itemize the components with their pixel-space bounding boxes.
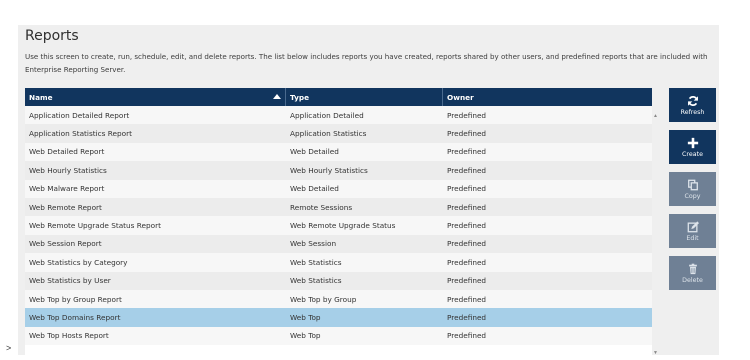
cell-type: Application Statistics [290, 129, 367, 139]
cell-owner: Predefined [447, 257, 487, 267]
cell-owner: Predefined [447, 294, 487, 304]
copy-button[interactable]: Copy [669, 172, 716, 206]
table-row[interactable]: Web Session Report Web Session Predefined [25, 234, 652, 254]
table-row[interactable]: Web Hourly Statistics Web Hourly Statisti… [25, 161, 652, 180]
column-header-owner[interactable]: Owner [443, 88, 652, 106]
cell-type: Web Remote Upgrade Status [290, 221, 396, 231]
cell-type: Web Statistics [290, 257, 342, 267]
plus-icon [687, 137, 698, 149]
trash-icon [688, 263, 697, 275]
cell-name: Web Top by Group Report [29, 294, 122, 304]
cell-owner: Predefined [447, 276, 487, 286]
cell-name: Application Detailed Report [29, 110, 130, 120]
cell-name: Application Statistics Report [29, 129, 132, 139]
cell-owner: Predefined [447, 202, 487, 212]
cell-owner: Predefined [447, 312, 487, 322]
page-title: Reports [25, 28, 79, 44]
cell-name: Web Statistics by User [29, 276, 111, 286]
table-row[interactable]: Application Statistics Report Application… [25, 124, 652, 143]
table-row[interactable]: Web Detailed Report Web Detailed Predefine… [25, 142, 652, 162]
table-row[interactable]: Web Top by Group Report Web Top by Group P… [25, 289, 652, 309]
cell-name: Web Remote Upgrade Status Report [29, 221, 161, 231]
caret-text: > [6, 343, 12, 353]
cell-owner: Predefined [447, 129, 487, 139]
cell-type: Web Detailed [290, 147, 339, 157]
cell-name: Web Hourly Statistics [29, 165, 107, 175]
cell-type: Web Top [290, 312, 321, 322]
table-row[interactable]: Web Top Hosts Report Web Top Predefined [25, 326, 652, 346]
scroll-down-arrow-icon[interactable]: ▼ [653, 350, 658, 356]
table-scrollbar[interactable]: ▲ ▼ [652, 106, 660, 356]
table-row[interactable]: Web Statistics by User Web Statistics Pred… [25, 271, 652, 290]
cell-name: Web Detailed Report [29, 147, 105, 157]
cell-type: Application Detailed [290, 110, 364, 120]
refresh-icon [687, 96, 698, 106]
delete-button[interactable]: Delete [669, 256, 716, 290]
table-body: Application Detailed Report Application D… [25, 106, 652, 346]
table-row[interactable]: Application Detailed Report Application D… [25, 106, 652, 125]
table-row[interactable]: Web Top Domains Report Web Top Predefined [25, 308, 652, 327]
column-header-name[interactable]: Name [25, 88, 286, 106]
cell-name: Web Top Hosts Report [29, 331, 109, 341]
table-row[interactable]: Web Remote Upgrade Status Report Web Remo… [25, 216, 652, 235]
cell-type: Web Top by Group [290, 294, 357, 304]
cell-owner: Predefined [447, 184, 487, 194]
cell-name: Web Remote Report [29, 202, 102, 212]
cell-owner: Predefined [447, 165, 487, 175]
cell-name: Web Malware Report [29, 184, 105, 194]
cell-type: Remote Sessions [290, 202, 353, 212]
cell-owner: Predefined [447, 147, 487, 157]
sort-ascending-icon[interactable] [273, 94, 281, 99]
reports-table: Name Type Owner Application Detailed Rep… [25, 88, 652, 355]
table-row[interactable]: Web Remote Report Remote Sessions Predefin… [25, 197, 652, 217]
cell-name: Web Session Report [29, 239, 102, 249]
table-row[interactable]: Web Malware Report Web Detailed Predefined [25, 179, 652, 198]
reports-panel: Reports Use this screen to create, run, … [18, 25, 719, 356]
cell-type: Web Session [290, 239, 337, 249]
cell-type: Web Top [290, 331, 321, 341]
cell-owner: Predefined [447, 221, 487, 231]
refresh-button[interactable]: Refresh [669, 88, 716, 122]
cell-owner: Predefined [447, 239, 487, 249]
cell-name: Web Statistics by Category [29, 257, 128, 267]
column-header-type[interactable]: Type [286, 88, 443, 106]
cell-owner: Predefined [447, 110, 487, 120]
cell-type: Web Detailed [290, 184, 339, 194]
cell-type: Web Hourly Statistics [290, 165, 368, 175]
copy-icon [687, 179, 698, 191]
scroll-up-arrow-icon[interactable]: ▲ [653, 113, 658, 119]
page-description: Use this screen to create, run, schedule… [25, 52, 708, 74]
cell-owner: Predefined [447, 331, 487, 341]
edit-icon [687, 221, 699, 233]
table-header: Name Type Owner [25, 88, 652, 106]
edit-button[interactable]: Edit [669, 214, 716, 248]
cell-type: Web Statistics [290, 276, 342, 286]
cell-name: Web Top Domains Report [29, 312, 121, 322]
create-button[interactable]: Create [669, 130, 716, 164]
table-row[interactable]: Web Statistics by Category Web Statistics… [25, 253, 652, 272]
